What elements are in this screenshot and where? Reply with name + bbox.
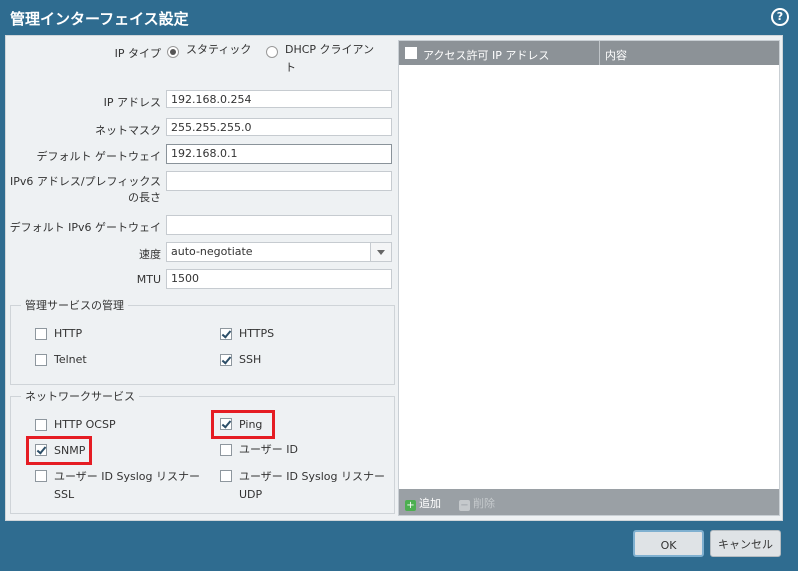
telnet-label: Telnet	[54, 353, 87, 366]
chevron-down-icon[interactable]	[370, 243, 391, 261]
column-permitted-ip[interactable]: アクセス許可 IP アドレス	[423, 47, 549, 63]
ping-checkbox[interactable]	[220, 418, 232, 430]
network-services-legend: ネットワークサービス	[21, 388, 139, 404]
ipv6-gateway-input[interactable]	[166, 215, 392, 235]
ip-address-input[interactable]: 192.168.0.254	[166, 90, 392, 108]
userid-syslog-udp-label: ユーザー ID Syslog リスナー UDP	[239, 470, 385, 501]
cancel-button[interactable]: キャンセル	[710, 530, 781, 557]
https-checkbox[interactable]	[220, 328, 232, 340]
grid-footer: + 追加 − 削除	[399, 489, 779, 515]
ipv6-gateway-label: デフォルト IPv6 ゲートウェイ	[9, 221, 161, 234]
user-id-label: ユーザー ID	[239, 443, 298, 456]
dialog-body: IP タイプ スタティック DHCP クライアント IP アドレス 192.16…	[5, 35, 783, 521]
http-label: HTTP	[54, 327, 83, 340]
radio-dhcp-label: DHCP クライアント	[285, 43, 375, 74]
help-icon[interactable]: ?	[771, 8, 789, 26]
userid-syslog-udp-checkbox[interactable]	[220, 470, 232, 482]
ipv6-address-input[interactable]	[166, 171, 392, 191]
http-checkbox[interactable]	[35, 328, 47, 340]
radio-static[interactable]	[167, 46, 179, 58]
ip-type-label: IP タイプ	[114, 47, 161, 60]
mgmt-services-group: 管理サービスの管理 HTTP HTTPS Telnet SSH	[10, 297, 395, 385]
userid-syslog-ssl-label: ユーザー ID Syslog リスナー SSL	[54, 470, 200, 501]
select-all-checkbox[interactable]	[405, 47, 417, 59]
ssh-checkbox[interactable]	[220, 354, 232, 366]
minus-icon: −	[459, 500, 470, 511]
management-interface-dialog: 管理インターフェイス設定 ? IP タイプ スタティック DHCP クライアント…	[0, 0, 798, 571]
ipv6-address-label: IPv6 アドレス/プレフィックスの長さ	[9, 175, 161, 204]
ssh-label: SSH	[239, 353, 262, 366]
snmp-checkbox[interactable]	[35, 444, 47, 456]
column-description[interactable]: 内容	[605, 47, 627, 63]
radio-static-label: スタティック	[186, 43, 252, 56]
speed-value: auto-negotiate	[171, 245, 253, 258]
snmp-label: SNMP	[54, 444, 86, 457]
telnet-checkbox[interactable]	[35, 354, 47, 366]
http-ocsp-checkbox[interactable]	[35, 419, 47, 431]
mtu-input[interactable]: 1500	[166, 269, 392, 289]
mtu-label: MTU	[136, 273, 161, 286]
user-id-checkbox[interactable]	[220, 444, 232, 456]
permitted-ip-grid: アクセス許可 IP アドレス 内容 + 追加 − 削除	[398, 40, 780, 516]
mgmt-services-legend: 管理サービスの管理	[21, 297, 128, 313]
title-bar: 管理インターフェイス設定 ?	[0, 0, 798, 33]
dialog-title: 管理インターフェイス設定	[10, 10, 189, 28]
grid-header: アクセス許可 IP アドレス 内容	[399, 41, 779, 65]
netmask-input[interactable]: 255.255.255.0	[166, 118, 392, 136]
http-ocsp-label: HTTP OCSP	[54, 418, 116, 431]
ok-button[interactable]: OK	[633, 530, 704, 557]
add-label: 追加	[419, 497, 441, 510]
delete-button[interactable]: − 削除	[459, 495, 495, 511]
delete-label: 削除	[473, 497, 495, 510]
column-separator	[599, 41, 600, 65]
ping-label: Ping	[239, 418, 263, 431]
speed-label: 速度	[139, 248, 161, 261]
add-button[interactable]: + 追加	[405, 495, 441, 511]
userid-syslog-ssl-checkbox[interactable]	[35, 470, 47, 482]
gateway-label: デフォルト ゲートウェイ	[36, 150, 162, 163]
speed-select[interactable]: auto-negotiate	[166, 242, 392, 262]
netmask-label: ネットマスク	[95, 124, 161, 137]
gateway-input[interactable]: 192.168.0.1	[166, 144, 392, 164]
https-label: HTTPS	[239, 327, 275, 340]
plus-icon: +	[405, 500, 416, 511]
network-services-group: ネットワークサービス HTTP OCSP Ping SNMP ユーザー ID ユ…	[10, 388, 395, 514]
radio-dhcp[interactable]	[266, 46, 278, 58]
ip-address-label: IP アドレス	[103, 96, 161, 109]
